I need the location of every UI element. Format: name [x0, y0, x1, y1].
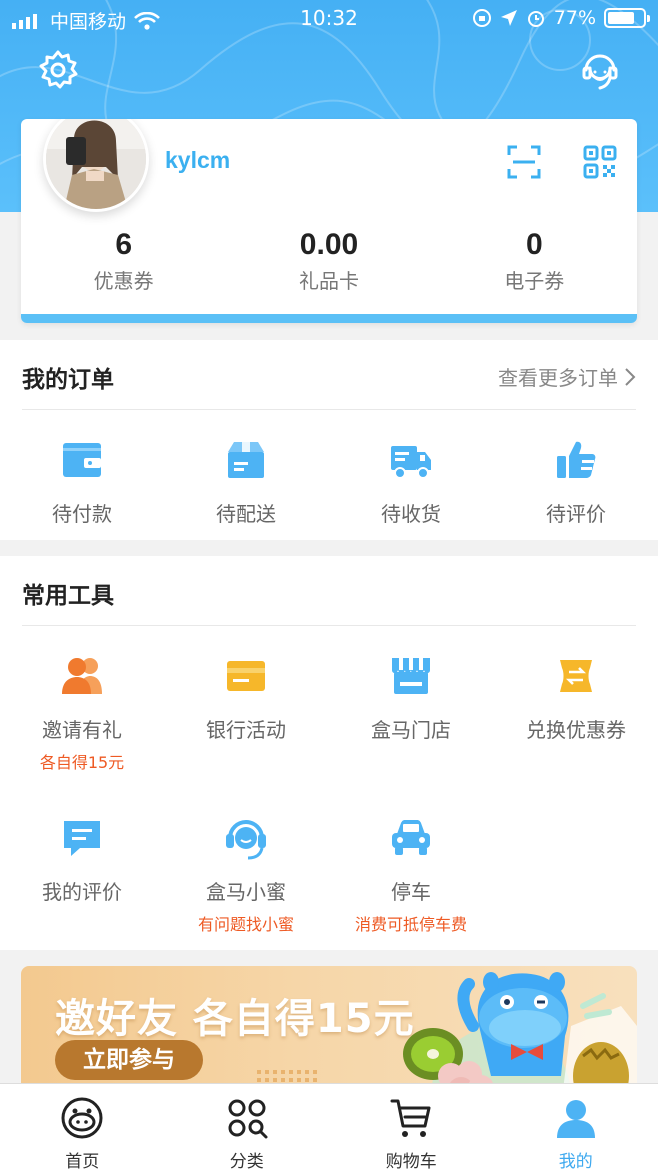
scan-icon[interactable]	[507, 145, 541, 179]
username: kylcm	[165, 147, 231, 173]
profile-icon	[556, 1100, 595, 1138]
order-pending-review[interactable]: 待评价	[494, 438, 658, 527]
tool-hema-assistant[interactable]: 盒马小蜜 有问题找小蜜	[164, 816, 328, 935]
tool-label: 停车	[391, 880, 431, 904]
tab-my[interactable]: 我的	[494, 1084, 658, 1170]
order-label: 待收货	[381, 502, 441, 526]
order-label: 待评价	[546, 502, 606, 526]
comment-icon	[64, 821, 100, 856]
tool-parking[interactable]: 停车 消费可抵停车费	[329, 816, 493, 935]
stat-coupons[interactable]: 6 优惠券	[21, 227, 226, 294]
tab-label: 购物车	[385, 1152, 437, 1170]
tool-my-reviews[interactable]: 我的评价	[0, 816, 164, 905]
thumbs-up-icon	[557, 441, 596, 478]
battery-icon	[604, 8, 650, 28]
order-pending-delivery[interactable]: 待配送	[164, 438, 328, 527]
location-icon	[500, 10, 517, 26]
tab-label: 首页	[65, 1152, 100, 1170]
order-pending-receipt[interactable]: 待收货	[329, 438, 493, 527]
order-pending-payment[interactable]: 待付款	[0, 438, 164, 527]
tool-sub-label: 消费可抵停车费	[354, 915, 467, 934]
tool-label: 邀请有礼	[42, 718, 122, 742]
join-now-button[interactable]: 立即参与	[55, 1040, 203, 1080]
coupon-exchange-icon	[560, 660, 592, 692]
tool-bank-activity[interactable]: 银行活动	[164, 654, 328, 743]
package-icon	[228, 442, 264, 478]
tab-category[interactable]: 分类	[165, 1084, 330, 1170]
tab-label: 分类	[229, 1152, 264, 1170]
tab-cart[interactable]: 购物车	[329, 1084, 494, 1170]
tool-label: 银行活动	[206, 718, 286, 742]
tools-section: 常用工具 邀请有礼 各自得15元 银行活动 盒马门店 兑换优惠券 我的评价 盒马…	[0, 556, 658, 950]
tool-sub-label: 有问题找小蜜	[197, 915, 294, 934]
stat-label: 礼品卡	[298, 269, 359, 293]
order-label: 待配送	[216, 502, 276, 526]
battery-level	[608, 12, 635, 24]
tool-label: 我的评价	[42, 880, 122, 904]
tab-label: 我的	[558, 1152, 593, 1170]
stat-value: 0	[525, 228, 543, 261]
hippo-home-icon	[61, 1097, 103, 1139]
tool-label: 兑换优惠券	[526, 718, 626, 742]
order-label: 待付款	[52, 502, 112, 526]
category-icon	[228, 1099, 268, 1139]
stats-row: 6 优惠券 0.00 礼品卡 0 电子券	[21, 227, 637, 294]
bank-card-icon	[227, 661, 265, 691]
section-title: 常用工具	[22, 583, 114, 609]
avatar[interactable]	[43, 119, 149, 212]
tools-header: 常用工具	[22, 556, 636, 626]
tool-redeem-coupon[interactable]: 兑换优惠券	[494, 654, 658, 743]
tab-home[interactable]: 首页	[0, 1084, 165, 1170]
car-icon	[392, 820, 430, 855]
orders-section: 我的订单 查看更多订单 待付款 待配送 待收货 待评价	[0, 340, 658, 540]
invite-users-icon	[62, 658, 102, 694]
qr-code-icon[interactable]	[583, 145, 617, 179]
view-more-orders-link[interactable]: 查看更多订单	[498, 362, 636, 391]
tool-label: 盒马小蜜	[206, 880, 286, 904]
avatar-photo	[46, 119, 146, 209]
tool-label: 盒马门店	[371, 718, 451, 742]
stat-label: 电子券	[504, 269, 565, 293]
profile-card: kylcm 6 优惠券 0.00 礼品卡 0 电子券	[21, 119, 637, 323]
cart-icon	[390, 1099, 431, 1137]
tool-hema-stores[interactable]: 盒马门店	[329, 654, 493, 743]
tool-invite-friends[interactable]: 邀请有礼 各自得15元	[0, 654, 164, 773]
battery-percent: 77%	[553, 7, 596, 29]
status-bar: 中国移动 10:32 77%	[0, 0, 658, 38]
stat-e-vouchers[interactable]: 0 电子券	[432, 227, 637, 294]
orientation-lock-icon	[472, 9, 491, 27]
settings-gear-icon[interactable]	[36, 48, 80, 92]
section-title: 我的订单	[22, 367, 114, 393]
stat-value: 0.00	[299, 228, 359, 261]
stat-label: 优惠券	[93, 269, 154, 293]
card-accent-bar	[21, 314, 637, 323]
truck-icon	[391, 446, 431, 479]
headset-icon	[226, 820, 266, 860]
alarm-icon	[527, 11, 544, 27]
stat-gift-cards[interactable]: 0.00 礼品卡	[226, 227, 431, 294]
view-more-label: 查看更多订单	[498, 366, 618, 390]
store-icon	[392, 658, 430, 694]
chevron-right-icon	[625, 367, 636, 386]
bottom-tab-bar: 首页 分类 购物车 我的	[0, 1083, 658, 1170]
customer-service-icon[interactable]	[578, 48, 622, 92]
stat-value: 6	[115, 228, 132, 261]
wallet-icon	[63, 443, 101, 477]
orders-header: 我的订单 查看更多订单	[22, 340, 636, 410]
tool-sub-label: 各自得15元	[39, 753, 125, 772]
